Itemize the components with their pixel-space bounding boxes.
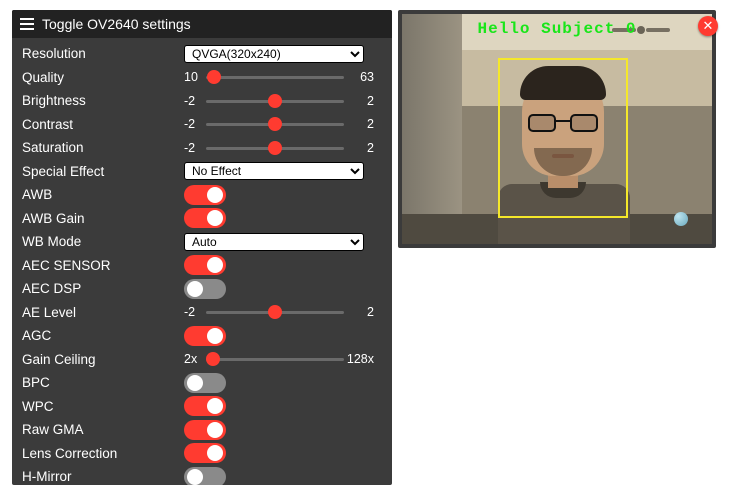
row-agc: AGC bbox=[22, 324, 382, 348]
ae-level-min: -2 bbox=[184, 305, 206, 319]
label-ae-level: AE Level bbox=[22, 305, 184, 320]
menu-icon[interactable] bbox=[20, 18, 34, 30]
contrast-min: -2 bbox=[184, 117, 206, 131]
bpc-toggle[interactable] bbox=[184, 373, 226, 393]
label-lens-correction: Lens Correction bbox=[22, 446, 184, 461]
row-awb: AWB bbox=[22, 183, 382, 207]
saturation-slider[interactable] bbox=[206, 140, 344, 156]
quality-min: 10 bbox=[184, 70, 206, 84]
agc-toggle[interactable] bbox=[184, 326, 226, 346]
label-raw-gma: Raw GMA bbox=[22, 422, 184, 437]
awb-toggle[interactable] bbox=[184, 185, 226, 205]
label-gain-ceiling: Gain Ceiling bbox=[22, 352, 184, 367]
camera-preview: Hello Subject 0 bbox=[398, 10, 716, 248]
row-resolution: Resolution QVGA(320x240) bbox=[22, 42, 382, 66]
label-wb-mode: WB Mode bbox=[22, 234, 184, 249]
resolution-select[interactable]: QVGA(320x240) bbox=[184, 45, 364, 63]
row-aec-sensor: AEC SENSOR bbox=[22, 254, 382, 278]
ae-level-max: 2 bbox=[344, 305, 374, 319]
row-bpc: BPC bbox=[22, 371, 382, 395]
row-special-effect: Special Effect No Effect bbox=[22, 160, 382, 184]
h-mirror-toggle[interactable] bbox=[184, 467, 226, 485]
ae-level-slider[interactable] bbox=[206, 304, 344, 320]
special-effect-select[interactable]: No Effect bbox=[184, 162, 364, 180]
lens-correction-toggle[interactable] bbox=[184, 443, 226, 463]
row-contrast: Contrast -2 2 bbox=[22, 113, 382, 137]
label-awb-gain: AWB Gain bbox=[22, 211, 184, 226]
panel-header: Toggle OV2640 settings bbox=[12, 10, 392, 38]
contrast-max: 2 bbox=[344, 117, 374, 131]
camera-frame: Hello Subject 0 bbox=[402, 14, 712, 244]
label-h-mirror: H-Mirror bbox=[22, 469, 184, 484]
row-gain-ceiling: Gain Ceiling 2x 128x bbox=[22, 348, 382, 372]
wb-mode-select[interactable]: Auto bbox=[184, 233, 364, 251]
close-button[interactable]: ✕ bbox=[698, 16, 718, 36]
row-wpc: WPC bbox=[22, 395, 382, 419]
close-icon: ✕ bbox=[703, 18, 714, 34]
label-agc: AGC bbox=[22, 328, 184, 343]
brightness-slider[interactable] bbox=[206, 93, 344, 109]
row-wb-mode: WB Mode Auto bbox=[22, 230, 382, 254]
panel-title: Toggle OV2640 settings bbox=[42, 16, 191, 32]
row-aec-dsp: AEC DSP bbox=[22, 277, 382, 301]
row-saturation: Saturation -2 2 bbox=[22, 136, 382, 160]
raw-gma-toggle[interactable] bbox=[184, 420, 226, 440]
label-saturation: Saturation bbox=[22, 140, 184, 155]
label-special-effect: Special Effect bbox=[22, 164, 184, 179]
saturation-min: -2 bbox=[184, 141, 206, 155]
label-aec-dsp: AEC DSP bbox=[22, 281, 184, 296]
label-bpc: BPC bbox=[22, 375, 184, 390]
quality-slider[interactable] bbox=[206, 69, 344, 85]
row-quality: Quality 10 63 bbox=[22, 66, 382, 90]
label-contrast: Contrast bbox=[22, 117, 184, 132]
settings-panel: Toggle OV2640 settings Resolution QVGA(3… bbox=[12, 10, 392, 485]
aec-sensor-toggle[interactable] bbox=[184, 255, 226, 275]
gain-ceiling-max: 128x bbox=[344, 352, 374, 366]
face-detection-box bbox=[498, 58, 628, 218]
watermark-icon bbox=[674, 212, 688, 226]
label-wpc: WPC bbox=[22, 399, 184, 414]
label-resolution: Resolution bbox=[22, 46, 184, 61]
row-awb-gain: AWB Gain bbox=[22, 207, 382, 231]
saturation-max: 2 bbox=[344, 141, 374, 155]
quality-max: 63 bbox=[344, 70, 374, 84]
row-raw-gma: Raw GMA bbox=[22, 418, 382, 442]
detection-overlay-text: Hello Subject 0 bbox=[402, 20, 712, 38]
row-lens-correction: Lens Correction bbox=[22, 442, 382, 466]
row-ae-level: AE Level -2 2 bbox=[22, 301, 382, 325]
label-brightness: Brightness bbox=[22, 93, 184, 108]
aec-dsp-toggle[interactable] bbox=[184, 279, 226, 299]
wpc-toggle[interactable] bbox=[184, 396, 226, 416]
gain-ceiling-min: 2x bbox=[184, 352, 206, 366]
settings-list: Resolution QVGA(320x240) Quality 10 63 B… bbox=[12, 38, 392, 485]
gain-ceiling-slider[interactable] bbox=[206, 351, 344, 367]
label-quality: Quality bbox=[22, 70, 184, 85]
label-awb: AWB bbox=[22, 187, 184, 202]
brightness-min: -2 bbox=[184, 94, 206, 108]
label-aec-sensor: AEC SENSOR bbox=[22, 258, 184, 273]
awb-gain-toggle[interactable] bbox=[184, 208, 226, 228]
brightness-max: 2 bbox=[344, 94, 374, 108]
row-h-mirror: H-Mirror bbox=[22, 465, 382, 485]
contrast-slider[interactable] bbox=[206, 116, 344, 132]
row-brightness: Brightness -2 2 bbox=[22, 89, 382, 113]
